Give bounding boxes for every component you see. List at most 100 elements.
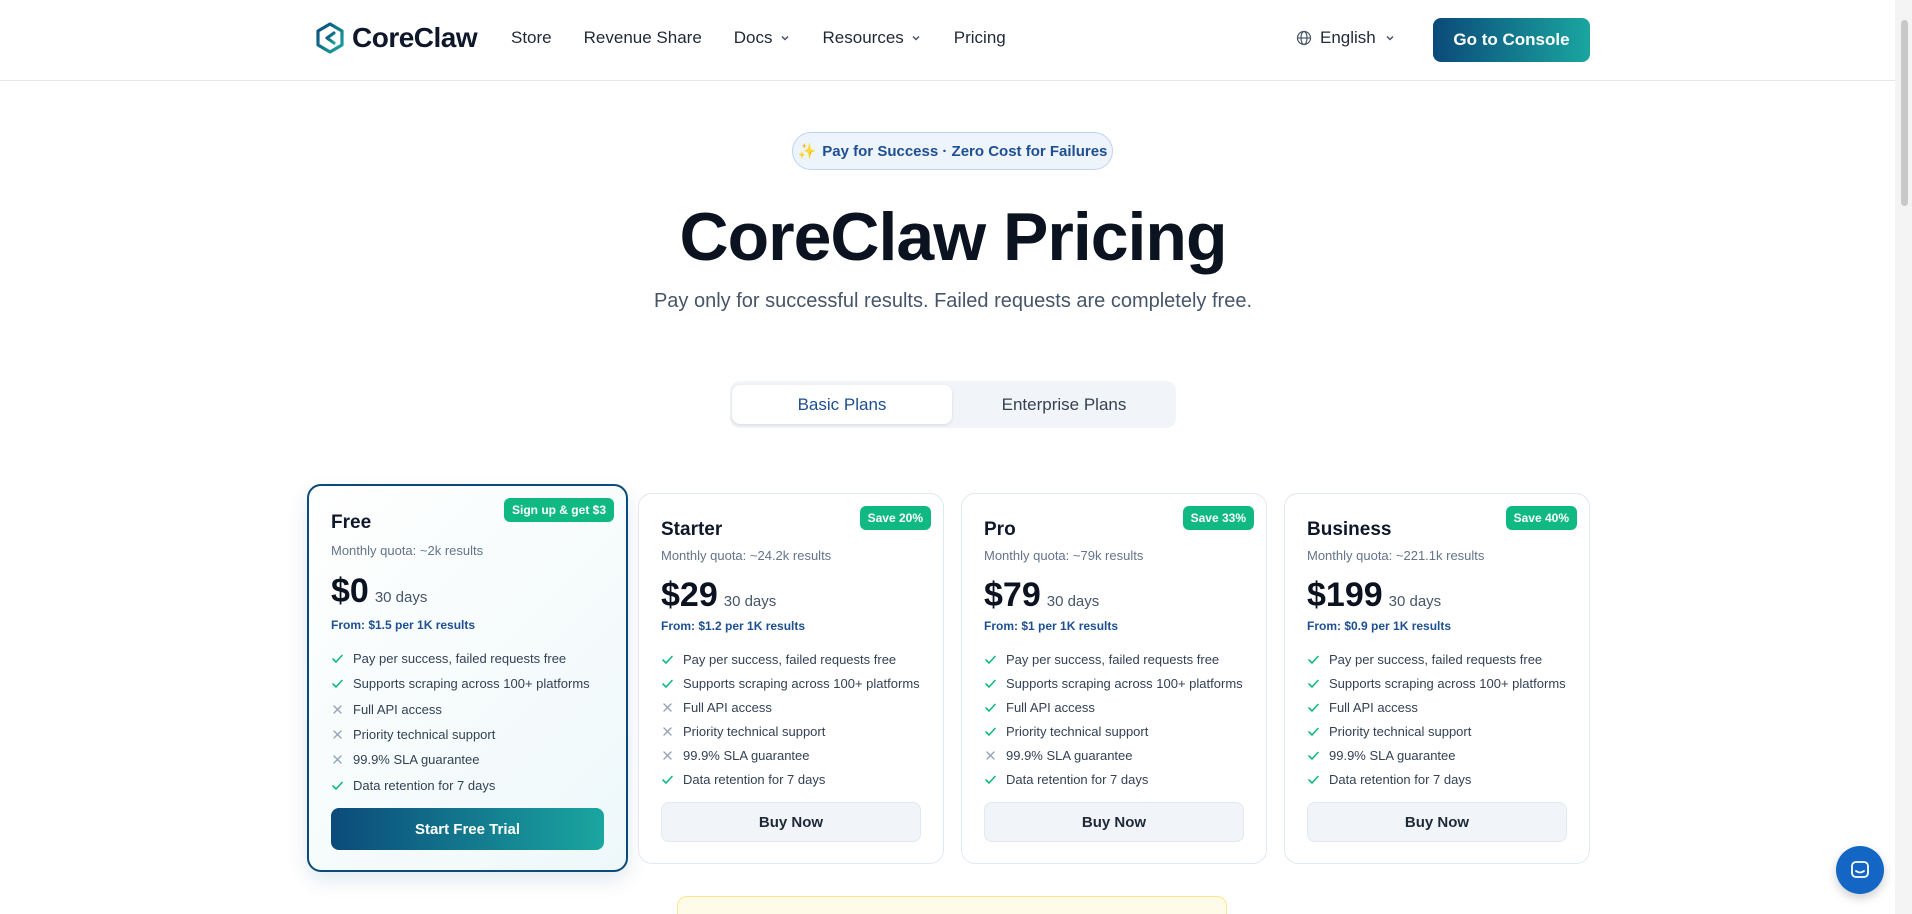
language-label: English bbox=[1320, 28, 1376, 47]
feature-text: Full API access bbox=[1329, 699, 1418, 715]
feature-text: Data retention for 7 days bbox=[1006, 771, 1149, 787]
buy-now-button-starter[interactable]: Buy Now bbox=[661, 802, 921, 842]
price-amount: $79 bbox=[984, 576, 1041, 614]
x-icon bbox=[333, 705, 342, 714]
feature-item: Priority technical support bbox=[984, 719, 1243, 743]
feature-item: Supports scraping across 100+ platforms bbox=[661, 671, 920, 695]
feature-item: Data retention for 7 days bbox=[984, 767, 1243, 791]
feature-text: Full API access bbox=[353, 701, 442, 717]
feature-item: Priority technical support bbox=[331, 722, 590, 747]
start-free-trial-button[interactable]: Start Free Trial bbox=[331, 808, 604, 850]
chat-button[interactable] bbox=[1836, 846, 1884, 894]
tab-enterprise-plans[interactable]: Enterprise Plans bbox=[954, 385, 1174, 424]
plan-unit-price: From: $1.5 per 1K results bbox=[331, 618, 476, 632]
plan-name: Pro bbox=[984, 519, 1016, 540]
feature-text: Full API access bbox=[683, 699, 772, 715]
chat-icon bbox=[1851, 861, 1869, 878]
buy-now-button-business[interactable]: Buy Now bbox=[1307, 802, 1567, 842]
feature-text: Supports scraping across 100+ platforms bbox=[1329, 675, 1566, 691]
price-period: 30 days bbox=[1388, 593, 1442, 610]
feature-text: 99.9% SLA guarantee bbox=[1329, 747, 1456, 763]
check-icon bbox=[1308, 727, 1319, 736]
feature-item: Full API access bbox=[1307, 695, 1566, 719]
price-period: 30 days bbox=[374, 589, 428, 606]
x-icon bbox=[663, 750, 672, 760]
feature-item: 99.9% SLA guarantee bbox=[1307, 743, 1566, 767]
feature-item: Full API access bbox=[661, 695, 920, 719]
check-icon bbox=[1308, 775, 1319, 784]
nav-link-label: Resources bbox=[822, 28, 904, 47]
hero-badge-text: Pay for Success · Zero Cost for Failures bbox=[822, 142, 1108, 160]
plan-card-pro: Save 33% Pro Monthly quota: ~79k results $7… bbox=[961, 493, 1267, 864]
plan-price: $29 30 days bbox=[661, 576, 776, 615]
feature-item: Pay per success, failed requests free bbox=[1307, 647, 1566, 671]
plan-price: $79 30 days bbox=[984, 576, 1099, 615]
check-icon bbox=[985, 727, 996, 736]
check-icon bbox=[332, 680, 343, 689]
nav-links: Store Revenue Share Docs Resources Pricing bbox=[511, 28, 1006, 48]
feature-item: Full API access bbox=[984, 695, 1243, 719]
brand-name: CoreClaw bbox=[352, 22, 478, 53]
scrollbar-thumb[interactable] bbox=[1901, 20, 1908, 206]
feature-text: Priority technical support bbox=[353, 727, 496, 743]
plan-name: Free bbox=[331, 512, 372, 533]
feature-text: Full API access bbox=[1006, 699, 1095, 715]
nav-link-revenue-share[interactable]: Revenue Share bbox=[584, 28, 702, 48]
nav-link-docs[interactable]: Docs bbox=[734, 28, 791, 48]
feature-item: 99.9% SLA guarantee bbox=[661, 743, 920, 767]
page-subtitle: Pay only for successful results. Failed … bbox=[653, 290, 1253, 312]
go-to-console-button[interactable]: Go to Console bbox=[1433, 18, 1590, 62]
feature-item: 99.9% SLA guarantee bbox=[331, 747, 590, 772]
language-selector[interactable]: English bbox=[1296, 28, 1396, 48]
nav-link-pricing[interactable]: Pricing bbox=[954, 28, 1006, 48]
plan-card-starter: Save 20% Starter Monthly quota: ~24.2k res… bbox=[638, 493, 944, 864]
hero-badge: ✨ Pay for Success · Zero Cost for Failur… bbox=[792, 132, 1113, 170]
feature-text: 99.9% SLA guarantee bbox=[683, 747, 810, 763]
feature-text: Priority technical support bbox=[683, 723, 826, 739]
check-icon bbox=[985, 655, 996, 664]
feature-item: Supports scraping across 100+ platforms bbox=[1307, 671, 1566, 695]
sparkle-icon: ✨ bbox=[797, 143, 817, 160]
feature-item: Data retention for 7 days bbox=[1307, 767, 1566, 791]
plan-badge: Save 20% bbox=[859, 506, 931, 530]
check-icon bbox=[332, 781, 343, 790]
feature-item: Data retention for 7 days bbox=[331, 772, 590, 797]
check-icon bbox=[332, 654, 343, 663]
feature-item: Data retention for 7 days bbox=[661, 767, 920, 791]
plan-quota: Monthly quota: ~2k results bbox=[331, 543, 484, 558]
tab-basic-plans[interactable]: Basic Plans bbox=[732, 385, 952, 424]
feature-text: Pay per success, failed requests free bbox=[353, 651, 567, 667]
nav-link-label: Pricing bbox=[953, 28, 1006, 47]
check-icon bbox=[1308, 679, 1319, 688]
feature-list: Pay per success, failed requests free Sup… bbox=[984, 647, 1243, 791]
nav-link-resources[interactable]: Resources bbox=[823, 28, 922, 48]
feature-text: Pay per success, failed requests free bbox=[683, 651, 897, 667]
x-icon bbox=[333, 730, 342, 739]
buy-now-button-pro[interactable]: Buy Now bbox=[984, 802, 1244, 842]
feature-text: Pay per success, failed requests free bbox=[1329, 651, 1543, 667]
nav-link-label: Store bbox=[511, 28, 552, 47]
check-icon bbox=[1308, 703, 1319, 712]
x-icon bbox=[333, 755, 342, 765]
nav-link-store[interactable]: Store bbox=[511, 28, 552, 48]
feature-text: Data retention for 7 days bbox=[683, 771, 826, 787]
feature-item: 99.9% SLA guarantee bbox=[984, 743, 1243, 767]
plan-unit-price: From: $0.9 per 1K results bbox=[1307, 619, 1452, 633]
feature-item: Pay per success, failed requests free bbox=[331, 646, 590, 671]
x-icon bbox=[663, 726, 672, 736]
plan-price: $199 30 days bbox=[1307, 576, 1441, 615]
plan-card-business: Save 40% Business Monthly quota: ~221.1k r… bbox=[1284, 493, 1590, 864]
feature-item: Priority technical support bbox=[1307, 719, 1566, 743]
feature-item: Pay per success, failed requests free bbox=[984, 647, 1243, 671]
price-amount: $29 bbox=[661, 576, 718, 614]
feature-text: Data retention for 7 days bbox=[1329, 771, 1472, 787]
price-period: 30 days bbox=[1046, 593, 1100, 610]
plan-badge: Sign up & get $3 bbox=[503, 498, 614, 522]
plan-card-free: Sign up & get $3 Free Monthly quota: ~2k r… bbox=[307, 484, 628, 872]
brand-logo[interactable]: CoreClaw bbox=[314, 22, 478, 54]
plan-quota: Monthly quota: ~221.1k results bbox=[1307, 548, 1485, 563]
nav-link-label: Revenue Share bbox=[583, 28, 702, 47]
feature-item: Supports scraping across 100+ platforms bbox=[331, 671, 590, 696]
feature-item: Full API access bbox=[331, 697, 590, 722]
bottom-notice bbox=[677, 896, 1227, 914]
